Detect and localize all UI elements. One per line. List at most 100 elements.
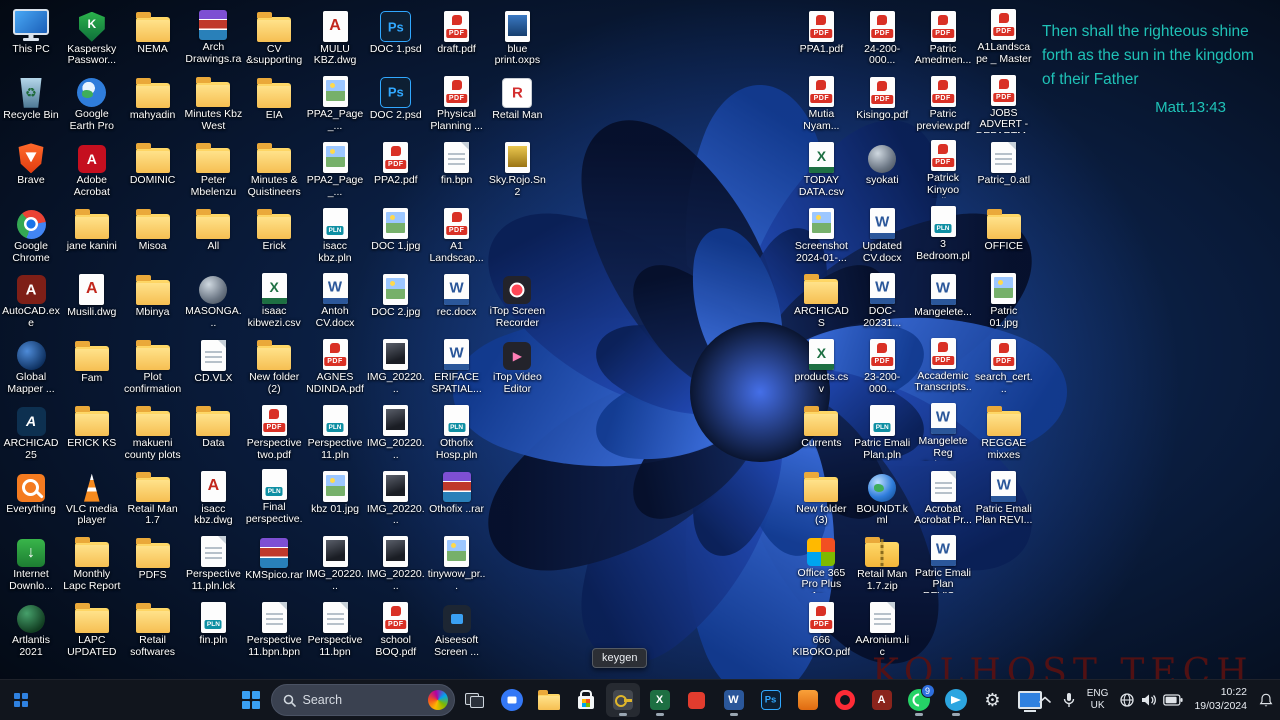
desktop-icon[interactable]: Arch Drawings.rar (184, 5, 242, 67)
desktop-icon[interactable]: search_cert... (975, 334, 1033, 396)
desktop-icon[interactable]: DOC 2.psd (367, 71, 425, 133)
desktop-icon[interactable]: Patrick Kinyoo Adj... (914, 136, 972, 198)
desktop-icon[interactable]: Adobe Acrobat (63, 136, 121, 198)
desktop-icon[interactable]: Retail Man (488, 71, 546, 133)
desktop-icon[interactable]: IMG_20220... (367, 465, 425, 527)
photoshop-button[interactable] (754, 683, 788, 717)
desktop-icon[interactable]: Patric Emali Plan REVI... (975, 465, 1033, 527)
desktop-icon[interactable]: Office 365 Pro Plus Ac... (792, 531, 850, 593)
desktop-icon[interactable]: A1Landscape _ Master La... (975, 5, 1033, 67)
desktop-icon[interactable]: 3 Bedroom.pln (914, 202, 972, 264)
desktop-icon[interactable]: Fam (63, 334, 121, 396)
desktop-icon[interactable]: Patric Emali Plan REVIS... (914, 531, 972, 593)
desktop-icon[interactable]: KMSpico.rar (245, 531, 303, 593)
desktop-icon[interactable]: Acrobat Acrobat Pr... (914, 465, 972, 527)
desktop-icon[interactable]: Patric Amedmen... (914, 5, 972, 67)
desktop-icon[interactable]: NEMA (124, 5, 182, 67)
desktop-icon[interactable]: PPA2_Page_... (306, 136, 364, 198)
desktop-icon[interactable]: Perspective 11.pln (306, 399, 364, 461)
desktop-icon[interactable]: Patric Emali Plan.pln (853, 399, 911, 461)
desktop-icon[interactable]: Artlantis 2021 (2, 596, 60, 658)
desktop-icon[interactable]: Internet Downlo... (2, 531, 60, 593)
desktop-icon[interactable]: school BOQ.pdf (367, 596, 425, 658)
desktop-icon[interactable]: DOC 1.jpg (367, 202, 425, 264)
autocad-button[interactable] (865, 683, 899, 717)
desktop-icon[interactable]: CD.VLX (184, 334, 242, 396)
file-explorer-button[interactable] (532, 683, 566, 717)
desktop-icon[interactable]: AutoCAD.exe (2, 268, 60, 330)
desktop-icon[interactable]: Antoh CV.docx (306, 268, 364, 330)
desktop-icon[interactable]: IMG_20220... (306, 531, 364, 593)
corner-windows-button[interactable] (8, 683, 34, 717)
desktop-icon[interactable]: Perspective 11.pln.lck (184, 531, 242, 593)
desktop-icon[interactable]: 24-200-000... (853, 5, 911, 67)
desktop-icon[interactable]: PPA2.pdf (367, 136, 425, 198)
telegram-button[interactable] (939, 683, 973, 717)
desktop-icon[interactable]: kbz 01.jpg (306, 465, 364, 527)
desktop-icon[interactable]: AAronium.lic (853, 596, 911, 658)
desktop-icon[interactable]: iTop Screen Recorder (488, 268, 546, 330)
desktop-icon[interactable]: Patric 01.jpg (975, 268, 1033, 330)
desktop-icon[interactable]: Patric_0.atl (975, 136, 1033, 198)
settings-button[interactable] (976, 683, 1010, 717)
desktop-icon[interactable]: jane kanini (63, 202, 121, 264)
tray-overflow-button[interactable] (1037, 683, 1053, 717)
desktop-icon[interactable]: MULU KBZ.dwg (306, 5, 364, 67)
desktop-icon[interactable]: REGGAE mixxes (975, 399, 1033, 461)
desktop-icon[interactable]: makueni county plots (124, 399, 182, 461)
desktop-icon[interactable]: products.csv (792, 334, 850, 396)
desktop-icon[interactable]: DOC-20231... (853, 268, 911, 330)
desktop-icon[interactable]: ARCHICADS (792, 268, 850, 330)
desktop-icon[interactable]: All (184, 202, 242, 264)
desktop-icon[interactable]: IMG_20220... (367, 334, 425, 396)
desktop-icon[interactable]: EIA (245, 71, 303, 133)
keygen-button[interactable] (605, 683, 640, 717)
desktop-icon[interactable]: Monthly Lapc Report (63, 531, 121, 593)
desktop-icon[interactable]: Accademic Transcripts... (914, 334, 972, 396)
desktop-icon[interactable]: rec.docx (428, 268, 486, 330)
desktop-icon[interactable]: JOBS ADVERT - DEPARTM... (975, 71, 1033, 133)
desktop-icon[interactable]: Mangelete Reg Schem... (914, 399, 972, 461)
desktop-icon[interactable]: LAPC UPDATED (63, 596, 121, 658)
desktop-icon[interactable]: Recycle Bin (2, 71, 60, 133)
desktop-icon[interactable]: ARCHICAD 25 (2, 399, 60, 461)
desktop-icon[interactable]: blue print.oxps (488, 5, 546, 67)
desktop-icon[interactable]: isacc kbz.dwg (184, 465, 242, 527)
desktop-icon[interactable]: 23-200-000... (853, 334, 911, 396)
desktop-icon[interactable]: Perspective two.pdf (245, 399, 303, 461)
clock-date-button[interactable]: 10:22 19/03/2024 (1192, 683, 1249, 717)
desktop-icon[interactable]: Minutes Kbz West (184, 71, 242, 133)
desktop-icon[interactable]: fin.bpn (428, 136, 486, 198)
search-box[interactable]: Search (270, 684, 455, 716)
desktop-icon[interactable]: Kaspersky Passwor... (63, 5, 121, 67)
desktop-icon[interactable]: Perspective 11.bpn (306, 596, 364, 658)
desktop-icon[interactable]: DOMINIC (124, 136, 182, 198)
desktop-icon[interactable]: IMG_20220... (367, 399, 425, 461)
desktop-icon[interactable]: New folder (2) (245, 334, 303, 396)
desktop-icon[interactable]: DOC 1.psd (367, 5, 425, 67)
desktop-icon[interactable]: IMG_20220... (367, 531, 425, 593)
desktop-icon[interactable]: isacc kbz.pln (306, 202, 364, 264)
desktop-icon[interactable]: Sky.Rojo.Sn2 (488, 136, 546, 198)
microphone-status-button[interactable] (1060, 683, 1078, 717)
desktop-icon[interactable]: Kisingo.pdf (853, 71, 911, 133)
desktop-icon[interactable]: TODAY DATA.csv (792, 136, 850, 198)
desktop-icon[interactable]: OFFICE (975, 202, 1033, 264)
desktop-icon[interactable]: Google Chrome (2, 202, 60, 264)
orange-app-button[interactable] (791, 683, 825, 717)
desktop-icon[interactable]: Currents (792, 399, 850, 461)
desktop-icon[interactable]: Minutes & Quistineers (245, 136, 303, 198)
red-app-button[interactable] (680, 683, 714, 717)
desktop-icon[interactable]: Everything (2, 465, 60, 527)
desktop-background[interactable]: Then shall the righteous shine forth as … (0, 0, 1280, 680)
start-button[interactable] (234, 683, 268, 717)
desktop-icon[interactable]: Erick (245, 202, 303, 264)
desktop-icon[interactable]: ERIFACE SPATIAL... (428, 334, 486, 396)
desktop-icon[interactable]: Aiseesoft Screen ... (428, 596, 486, 658)
desktop-icon[interactable]: Google Earth Pro (63, 71, 121, 133)
word-button[interactable] (717, 683, 751, 717)
desktop-icon[interactable]: New folder (3) (792, 465, 850, 527)
desktop-icon[interactable]: Patric preview.pdf (914, 71, 972, 133)
desktop-icon[interactable]: Mbinya (124, 268, 182, 330)
desktop-icon[interactable]: PDFS (124, 531, 182, 593)
